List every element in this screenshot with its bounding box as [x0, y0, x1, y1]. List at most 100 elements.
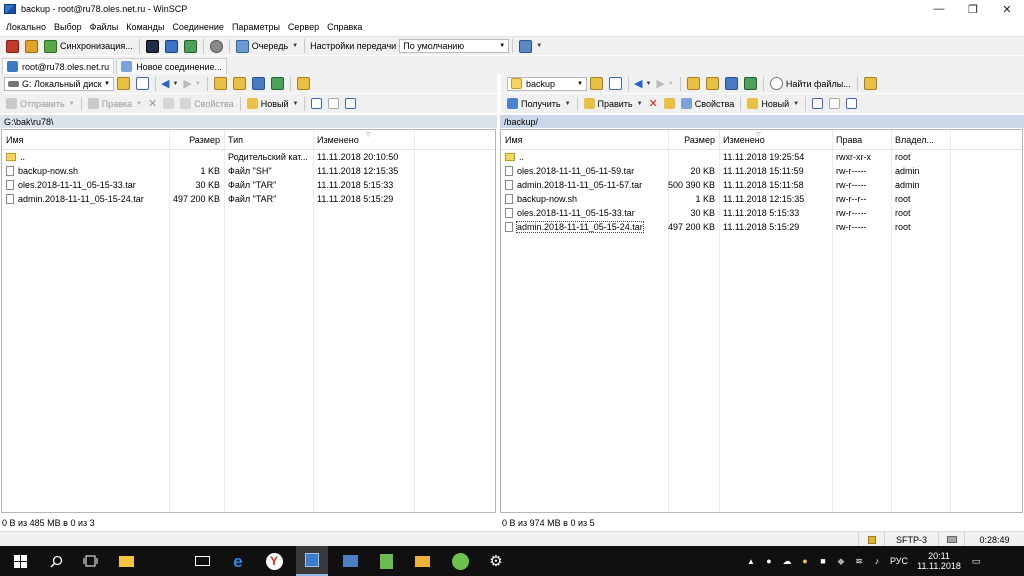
chevron-down-icon[interactable]: ▼ — [645, 81, 651, 87]
parent-directory-icon[interactable] — [686, 77, 700, 90]
upload-button[interactable]: Отправить — [20, 99, 65, 109]
sync-browse-icon[interactable] — [25, 39, 38, 53]
select-all-icon[interactable] — [812, 98, 824, 109]
language-indicator[interactable]: РУС — [886, 556, 912, 566]
clock[interactable]: 20:11 11.11.2018 — [912, 551, 966, 572]
menu-commands[interactable]: Команды — [122, 22, 168, 32]
refresh-icon[interactable] — [743, 77, 757, 90]
chevron-down-icon[interactable]: ▼ — [69, 101, 75, 107]
close-button[interactable]: ✕ — [990, 0, 1024, 18]
chevron-down-icon[interactable]: ▼ — [293, 101, 299, 107]
column-name[interactable]: Имя — [2, 130, 169, 150]
find-target-icon[interactable] — [296, 77, 310, 90]
back-arrow-icon[interactable]: ◀ — [634, 77, 642, 90]
transfer-settings-select[interactable]: По умолчанию ▼ — [399, 39, 510, 53]
edge-icon[interactable]: e — [222, 546, 254, 576]
unselect-icon[interactable] — [328, 98, 340, 109]
column-size[interactable]: Размер — [668, 130, 719, 150]
chevron-down-icon[interactable]: ▼ — [195, 81, 201, 87]
delete-icon[interactable]: ✕ — [649, 97, 658, 110]
winscp-taskbar-icon[interactable] — [296, 546, 328, 576]
file-explorer-icon[interactable] — [110, 546, 142, 576]
chevron-down-icon[interactable]: ▼ — [668, 81, 674, 87]
root-directory-icon[interactable] — [705, 77, 719, 90]
remote-file-list[interactable]: Имя Размер Изменено Права Владел... ▽ ..… — [500, 129, 1023, 513]
explorer-folder-icon[interactable] — [406, 546, 438, 576]
app-tray-icon[interactable]: ● — [760, 556, 778, 566]
synchronize-icon[interactable] — [44, 39, 57, 53]
tab-session[interactable]: root@ru78.oles.net.ru — [2, 58, 115, 74]
delete-icon[interactable]: ✕ — [148, 97, 157, 110]
menu-mark[interactable]: Выбор — [50, 22, 86, 32]
table-row[interactable]: backup-now.sh 1 KB 11.11.2018 12:15:35 r… — [501, 192, 1022, 206]
menu-files[interactable]: Файлы — [86, 22, 123, 32]
minimize-button[interactable]: — — [922, 0, 956, 18]
chevron-up-icon[interactable]: ▲ — [742, 557, 760, 566]
edit-button[interactable]: Править — [598, 99, 633, 109]
root-directory-icon[interactable] — [232, 77, 246, 90]
back-arrow-icon[interactable]: ◀ — [161, 77, 169, 90]
chevron-down-icon[interactable]: ▼ — [292, 43, 298, 49]
new-button[interactable]: Новый — [261, 99, 289, 109]
network-icon[interactable] — [519, 39, 533, 53]
forward-arrow-icon[interactable]: ▶ — [656, 77, 664, 90]
menu-options[interactable]: Параметры — [228, 22, 284, 32]
filter-icon[interactable] — [136, 77, 149, 90]
chevron-down-icon[interactable]: ▼ — [172, 81, 178, 87]
cloud-icon[interactable]: ☁ — [778, 556, 796, 567]
network-app-icon[interactable] — [334, 546, 366, 576]
filter-icon[interactable] — [846, 98, 858, 109]
notepad-icon[interactable] — [370, 546, 402, 576]
local-drive-select[interactable]: G: Локальный диск ▼ — [4, 76, 114, 91]
rename-icon[interactable] — [663, 98, 675, 109]
table-row[interactable]: oles.2018-11-11_05-11-59.tar 20 KB 11.11… — [501, 164, 1022, 178]
parent-directory-icon[interactable] — [213, 77, 227, 90]
new-button[interactable]: Новый — [761, 99, 789, 109]
refresh-icon[interactable] — [183, 39, 197, 53]
table-row[interactable]: .. Родительский кат... 11.11.2018 20:10:… — [2, 150, 495, 164]
open-folder-icon[interactable] — [590, 77, 603, 90]
column-rights[interactable]: Права — [832, 130, 891, 150]
maximize-button[interactable]: ❐ — [956, 0, 990, 18]
refresh-icon[interactable] — [270, 77, 284, 90]
rename-icon[interactable] — [163, 98, 175, 109]
tray-status-icon[interactable]: ● — [796, 556, 814, 566]
tray-app-icon[interactable]: ■ — [814, 556, 832, 566]
yandex-browser-icon[interactable]: Y — [258, 546, 290, 576]
table-row[interactable]: oles.2018-11-11_05-15-33.tar 30 KB 11.11… — [501, 206, 1022, 220]
open-folder-icon[interactable] — [117, 77, 130, 90]
volume-icon[interactable]: ♪ — [868, 556, 886, 566]
menu-session[interactable]: Соединение — [168, 22, 228, 32]
menu-help[interactable]: Справка — [323, 22, 366, 32]
download-button[interactable]: Получить — [521, 99, 561, 109]
notifications-icon[interactable]: ▭ — [966, 556, 986, 567]
search-icon[interactable] — [40, 546, 72, 576]
menu-remote[interactable]: Сервер — [284, 22, 323, 32]
column-changed[interactable]: Изменено — [719, 130, 832, 150]
synchronize-button[interactable]: Синхронизация... — [60, 41, 133, 51]
tab-new-session[interactable]: Новое соединение... — [116, 58, 228, 74]
unselect-icon[interactable] — [829, 98, 841, 109]
local-file-list[interactable]: Имя Размер Тип Изменено ▽ .. Родительски… — [1, 129, 496, 513]
chevron-down-icon[interactable]: ▼ — [637, 101, 643, 107]
wifi-icon[interactable]: ≋ — [850, 556, 868, 567]
column-size[interactable]: Размер — [169, 130, 224, 150]
preferences-gear-icon[interactable] — [209, 39, 223, 53]
column-changed[interactable]: Изменено — [313, 130, 414, 150]
remote-path-bar[interactable]: /backup/ — [500, 115, 1024, 128]
properties-button[interactable]: Свойства — [695, 99, 735, 109]
find-target-icon[interactable] — [863, 77, 877, 90]
queue-button[interactable]: Очередь — [252, 41, 288, 51]
queue-icon[interactable] — [235, 39, 249, 53]
properties-button[interactable]: Свойства — [194, 99, 234, 109]
filter-icon[interactable] — [609, 77, 622, 90]
column-type[interactable]: Тип — [224, 130, 313, 150]
column-owner[interactable]: Владел... — [891, 130, 950, 150]
menu-local[interactable]: Локально — [2, 22, 50, 32]
remote-folder-select[interactable]: backup ▼ — [507, 76, 587, 91]
table-row[interactable]: .. 11.11.2018 19:25:54 rwxr-xr-x root — [501, 150, 1022, 164]
table-row[interactable]: oles.2018-11-11_05-15-33.tar 30 KB Файл … — [2, 178, 495, 192]
local-path-bar[interactable]: G:\bak\ru78\ — [0, 115, 497, 128]
home-icon[interactable] — [724, 77, 738, 90]
windows-start-icon[interactable] — [4, 546, 36, 576]
